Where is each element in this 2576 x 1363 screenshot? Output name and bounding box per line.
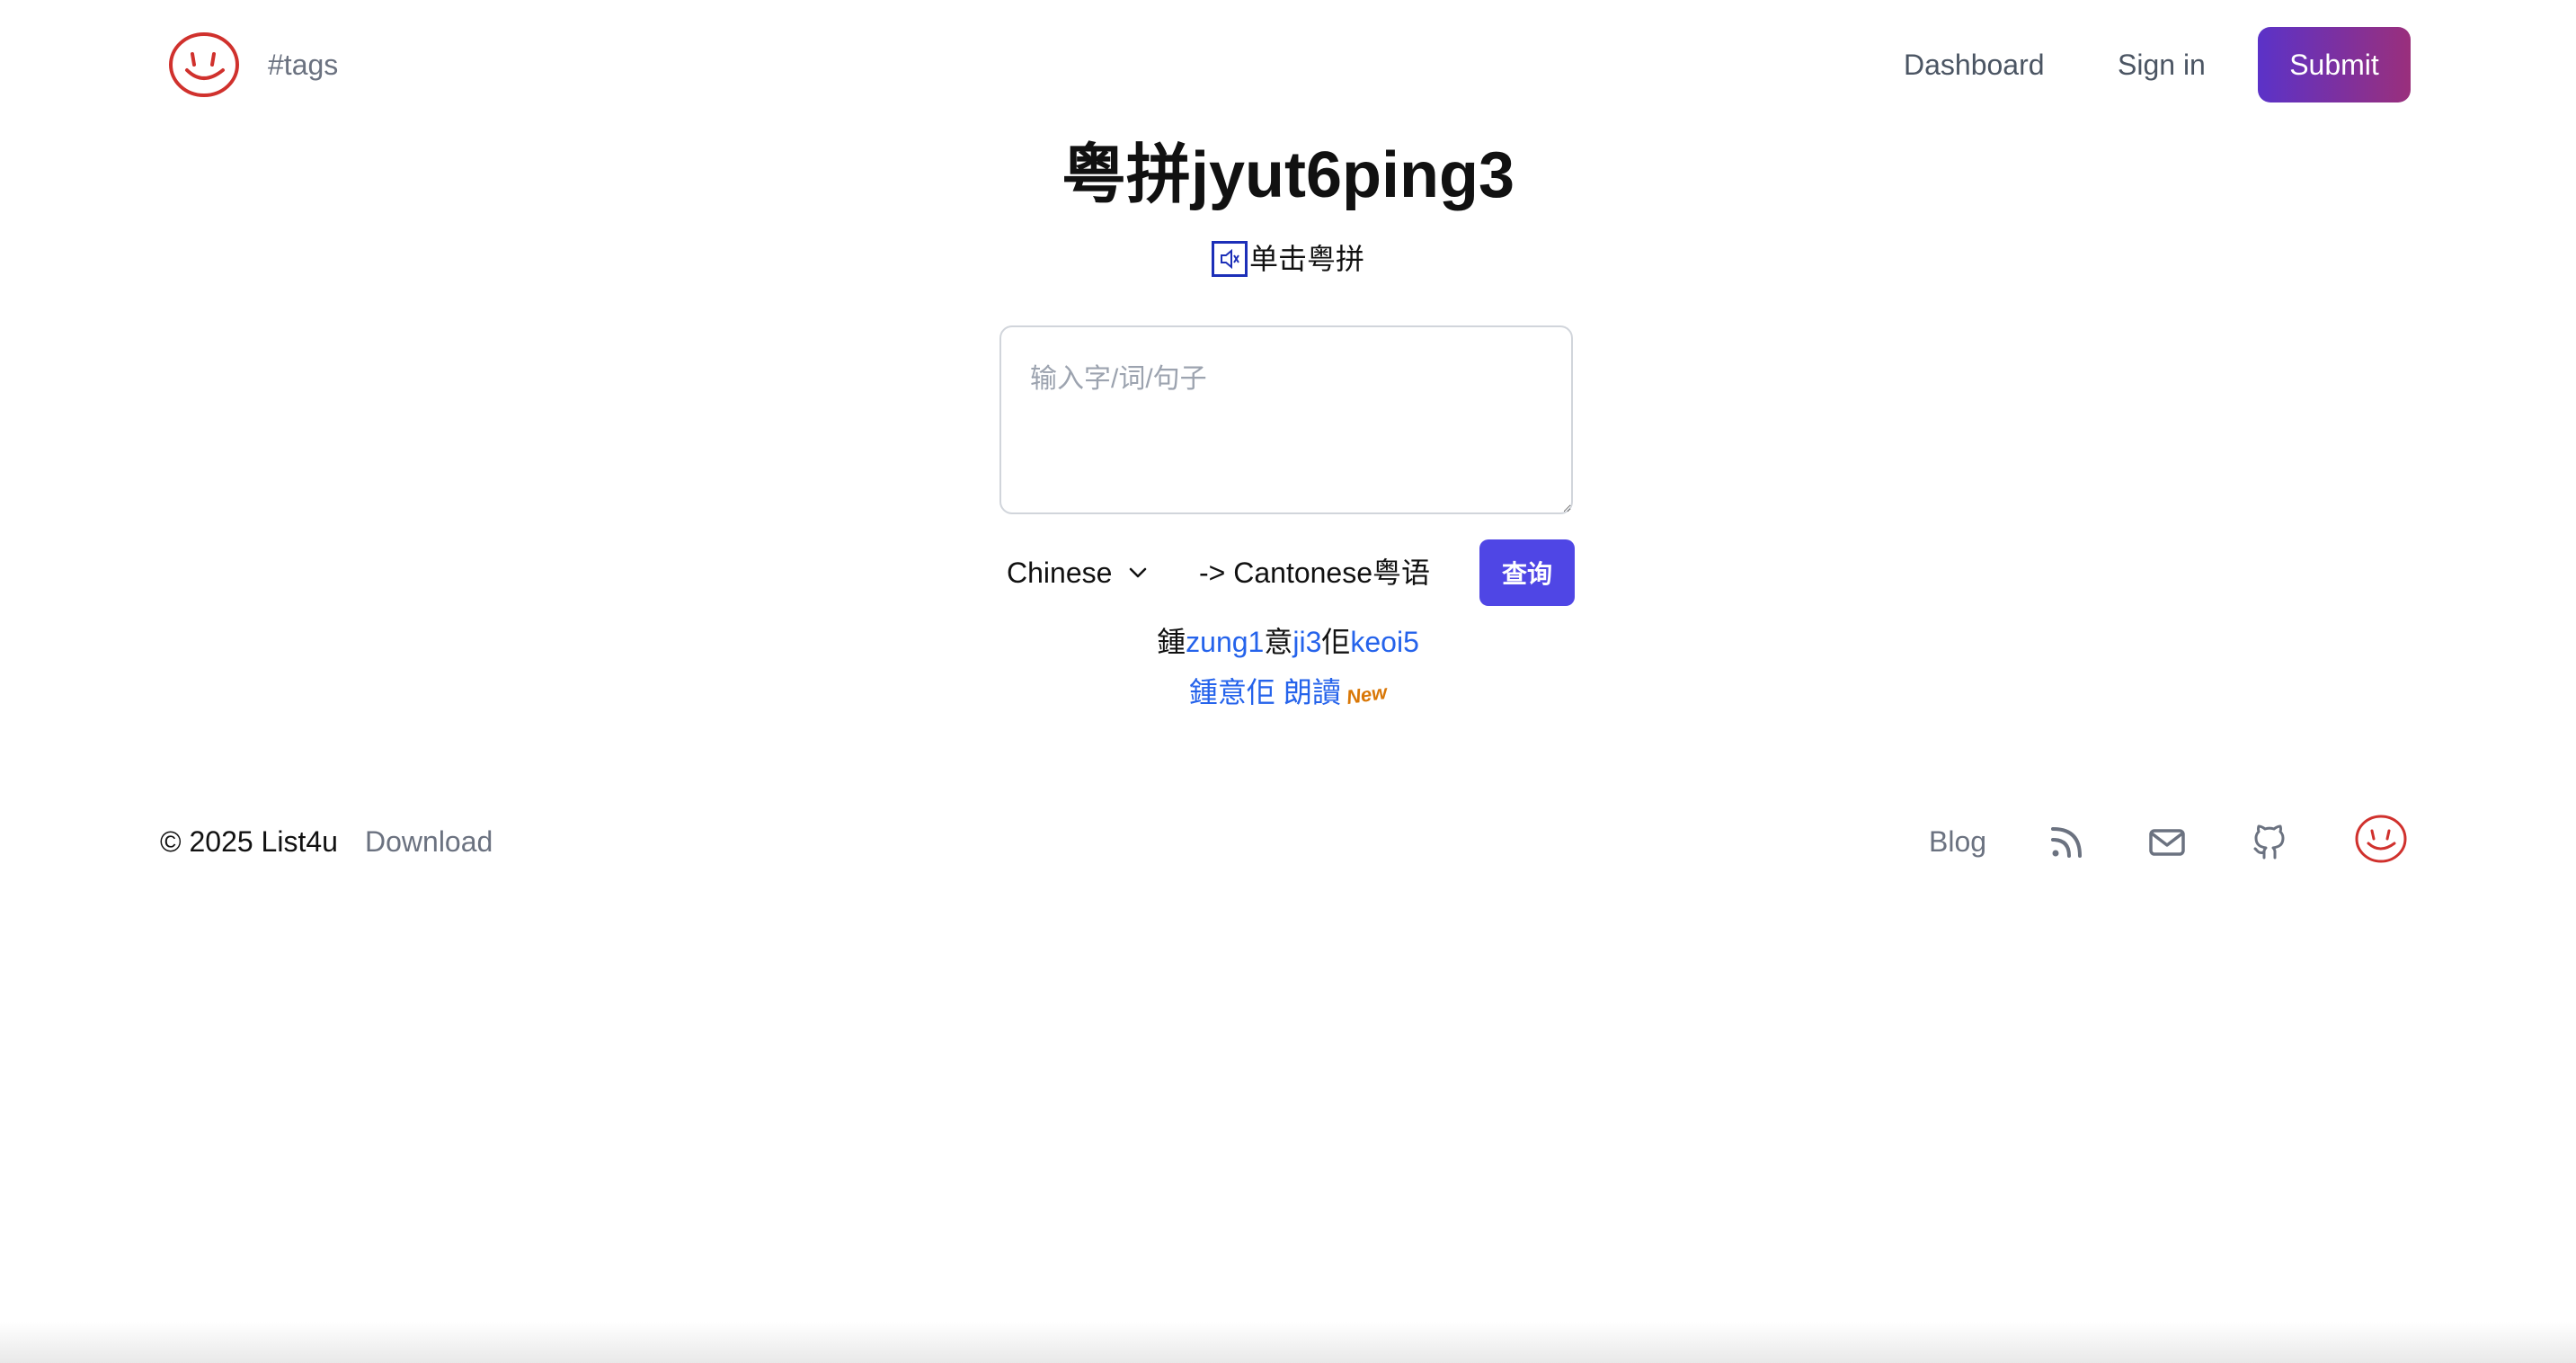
copyright-text: © 2025 List4u [160, 825, 338, 858]
read-aloud-row: 鍾意佢 朗讀 New [0, 673, 2576, 715]
smiley-face-icon[interactable] [2353, 813, 2409, 865]
result-char: 意 [1264, 626, 1293, 658]
result-jyutping[interactable]: ji3 [1292, 626, 1321, 658]
source-language-value: Chinese [1007, 556, 1113, 589]
query-input[interactable] [999, 325, 1573, 514]
result-jyutping[interactable]: zung1 [1186, 626, 1264, 658]
site-header: #tags Dashboard Sign in Submit [0, 0, 2576, 131]
query-button[interactable]: 查询 [1479, 539, 1575, 606]
result-char: 鍾 [1157, 626, 1186, 658]
page-title: 粤拼jyut6ping3 [1061, 139, 1515, 211]
mail-icon[interactable] [2146, 822, 2188, 863]
speak-hint-row: 单击粤拼 [0, 239, 2576, 279]
github-icon[interactable] [2249, 822, 2290, 863]
nav-dashboard[interactable]: Dashboard [1904, 45, 2045, 85]
source-language-select[interactable]: Chinese [999, 539, 1170, 606]
query-controls: Chinese -> Cantonese粤语 查询 [999, 539, 1575, 606]
speak-hint-text: 单击粤拼 [1248, 243, 1364, 275]
target-language-label: -> Cantonese粤语 [1199, 557, 1431, 589]
site-footer: © 2025 List4u Download Blog [0, 809, 2576, 881]
smiley-face-icon [169, 32, 239, 97]
rss-icon[interactable] [2046, 822, 2087, 863]
jyutping-result: 鍾zung1意ji3佢keoi5 [0, 622, 2576, 662]
chevron-down-icon [1130, 567, 1147, 578]
download-link[interactable]: Download [365, 822, 493, 861]
bottom-shadow [0, 1322, 2576, 1363]
page: #tags Dashboard Sign in Submit 粤拼jyut6pi… [0, 0, 2576, 1363]
submit-button[interactable]: Submit [2258, 27, 2411, 102]
new-badge: New [1345, 680, 1389, 708]
read-aloud-link[interactable]: 鍾意佢 朗讀 [1189, 676, 1341, 708]
logo-link[interactable] [167, 31, 241, 99]
nav-sign-in[interactable]: Sign in [2118, 45, 2206, 85]
result-char: 佢 [1321, 626, 1351, 658]
blog-link[interactable]: Blog [1929, 822, 1986, 861]
speaker-icon[interactable] [1211, 241, 1248, 277]
result-jyutping[interactable]: keoi5 [1350, 626, 1419, 658]
tags-link[interactable]: #tags [268, 45, 338, 85]
